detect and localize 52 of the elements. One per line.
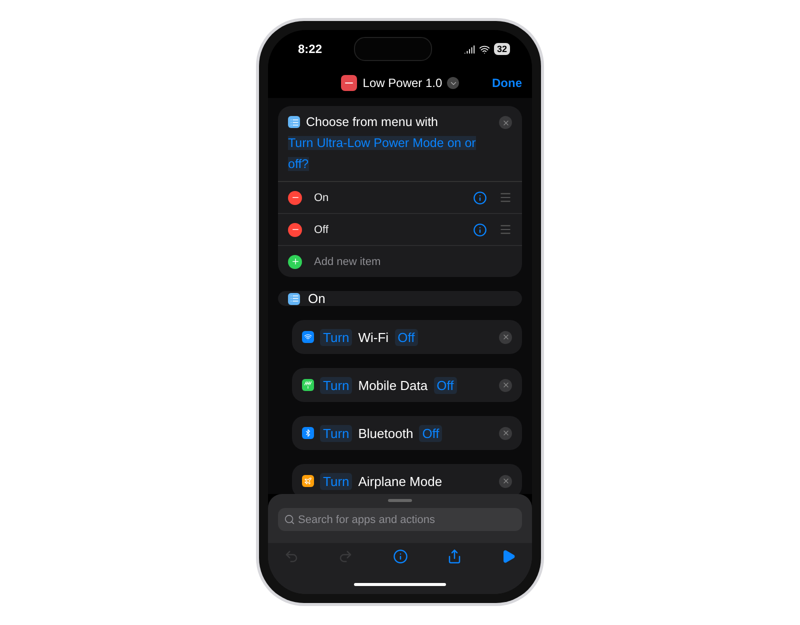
close-button[interactable] bbox=[499, 330, 512, 344]
search-field[interactable]: Search for apps and actions bbox=[278, 508, 522, 531]
status-time: 8:22 bbox=[298, 42, 322, 56]
close-icon bbox=[502, 477, 510, 485]
remove-button[interactable] bbox=[288, 190, 302, 204]
close-button[interactable] bbox=[499, 116, 512, 129]
chevron-icon[interactable] bbox=[447, 77, 460, 89]
close-button[interactable] bbox=[499, 378, 512, 392]
share-icon bbox=[446, 549, 462, 564]
menu-item-label: Off bbox=[314, 224, 330, 236]
shortcut-title: Low Power 1.0 bbox=[362, 76, 442, 90]
undo-icon bbox=[284, 549, 299, 564]
share-button[interactable] bbox=[446, 549, 462, 566]
verb-token[interactable]: Turn bbox=[320, 376, 352, 394]
drag-handle-icon[interactable] bbox=[499, 191, 512, 204]
close-icon bbox=[502, 333, 510, 341]
redo-icon bbox=[338, 549, 354, 564]
verb-token[interactable]: Turn bbox=[320, 472, 352, 490]
menu-action-text: Choose from menu with Turn Ultra-Low Power Mode on or off? bbox=[288, 114, 477, 173]
add-button[interactable] bbox=[288, 254, 302, 268]
info-button[interactable] bbox=[392, 549, 408, 566]
value-token[interactable]: Off bbox=[394, 328, 418, 346]
verb-token[interactable]: Turn bbox=[320, 424, 352, 442]
setting-name: Wi-Fi bbox=[358, 330, 389, 344]
info-icon bbox=[392, 549, 408, 564]
wifi-icon bbox=[478, 44, 490, 54]
info-icon[interactable] bbox=[473, 222, 487, 236]
close-icon bbox=[502, 118, 510, 126]
list-icon bbox=[288, 292, 300, 304]
close-icon bbox=[502, 381, 510, 389]
value-token[interactable]: Off bbox=[419, 424, 442, 442]
shortcut-icon bbox=[340, 75, 357, 91]
list-icon bbox=[288, 116, 300, 128]
play-icon bbox=[501, 549, 516, 564]
plus-icon bbox=[290, 257, 300, 266]
close-button[interactable] bbox=[499, 474, 512, 488]
value-token[interactable]: Off bbox=[434, 376, 457, 394]
section-label: On bbox=[308, 291, 326, 306]
setting-name: Airplane Mode bbox=[358, 474, 442, 488]
menu-item-label: On bbox=[314, 192, 330, 204]
verb-token[interactable]: Turn bbox=[320, 328, 352, 346]
battery-icon: 32 bbox=[494, 43, 510, 55]
drag-handle-icon[interactable] bbox=[499, 223, 512, 236]
done-button[interactable]: Done bbox=[492, 76, 522, 90]
setting-name: Mobile Data bbox=[358, 378, 428, 392]
remove-button[interactable] bbox=[288, 222, 302, 236]
close-icon bbox=[502, 429, 510, 437]
close-button[interactable] bbox=[499, 426, 512, 440]
setting-name: Bluetooth bbox=[358, 426, 414, 440]
add-item-label[interactable]: Add new item bbox=[314, 256, 512, 268]
search-icon bbox=[284, 514, 295, 525]
info-icon[interactable] bbox=[473, 190, 487, 204]
